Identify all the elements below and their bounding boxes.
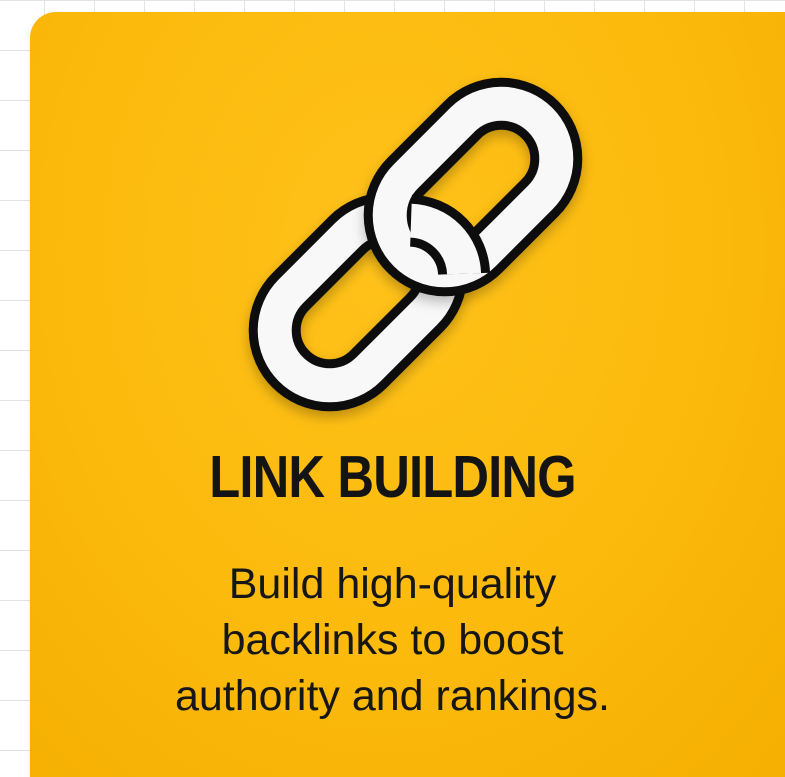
card-title: LINK BUILDING: [209, 444, 576, 510]
description-line: Build high-quality: [228, 560, 557, 608]
description-line: authority and rankings.: [174, 672, 611, 720]
card-description: Build high-quality backlinks to boost au…: [0, 556, 785, 724]
chain-link-icon: [228, 62, 608, 412]
description-line: backlinks to boost: [221, 616, 564, 664]
